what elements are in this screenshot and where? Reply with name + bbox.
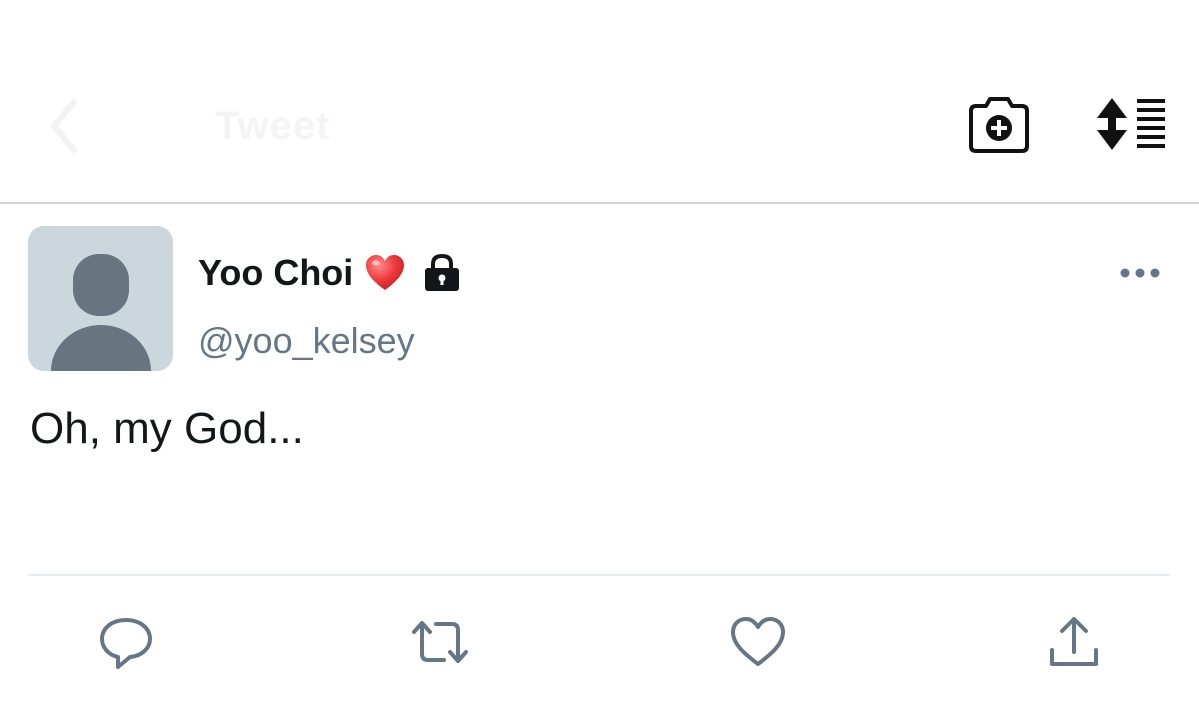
reply-button[interactable] <box>96 612 156 672</box>
share-icon <box>1050 617 1098 666</box>
heart-outline-icon <box>731 617 785 666</box>
default-avatar-icon <box>51 254 151 371</box>
tweet-detail-screen: Tweet Yoo Choi @yoo_kelsey Oh, my God... <box>0 0 1199 706</box>
chevron-left-icon <box>51 99 77 153</box>
more-icon <box>1120 268 1160 278</box>
actions-divider <box>28 574 1170 576</box>
lock-icon <box>423 253 461 293</box>
reply-icon <box>100 618 152 669</box>
share-button[interactable] <box>1044 612 1104 672</box>
heart-emoji-icon <box>365 254 405 292</box>
back-button[interactable] <box>44 96 88 156</box>
page-title: Tweet <box>215 104 331 148</box>
display-name[interactable]: Yoo Choi <box>198 252 353 294</box>
user-handle[interactable]: @yoo_kelsey <box>198 320 415 362</box>
sort-list-icon <box>1097 98 1165 150</box>
camera-add-icon <box>969 97 1029 153</box>
sort-button[interactable] <box>1096 98 1168 150</box>
retweet-button[interactable] <box>410 612 470 672</box>
nav-header: Tweet <box>0 0 1199 203</box>
header-divider <box>0 202 1199 204</box>
camera-button[interactable] <box>968 96 1030 154</box>
retweet-icon <box>412 621 468 663</box>
more-options-button[interactable] <box>1118 258 1162 288</box>
tweet-text: Oh, my God... <box>30 404 304 453</box>
avatar[interactable] <box>28 226 173 371</box>
author-name-row: Yoo Choi <box>198 250 461 296</box>
like-button[interactable] <box>728 612 788 672</box>
